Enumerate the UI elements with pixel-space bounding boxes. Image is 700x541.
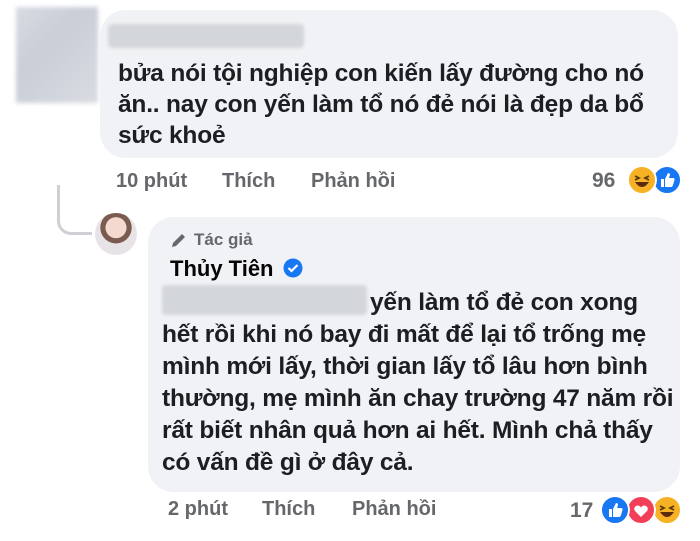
comment-time[interactable]: 10 phút — [116, 170, 187, 193]
like-button[interactable]: Thích — [222, 170, 275, 193]
like-icon[interactable] — [600, 495, 630, 525]
author-badge: Tác giả — [194, 230, 253, 249]
verified-icon — [283, 258, 303, 278]
reply-like-button[interactable]: Thích — [262, 498, 315, 521]
thread-connector — [57, 185, 92, 235]
reaction-count[interactable]: 96 — [592, 169, 615, 193]
love-icon[interactable] — [626, 495, 656, 525]
reply-time[interactable]: 2 phút — [168, 498, 228, 521]
reply-reaction-count[interactable]: 17 — [570, 499, 593, 523]
haha-icon[interactable] — [652, 495, 682, 525]
reply-reply-button[interactable]: Phản hồi — [352, 498, 436, 521]
author-avatar[interactable] — [95, 213, 137, 255]
commenter-avatar-blurred[interactable] — [16, 7, 98, 103]
reply-text: yến làm tổ đẻ con xong hết rồi khi nó ba… — [162, 289, 674, 476]
comment-text: bửa nói tội nghiệp con kiến lấy đường ch… — [118, 60, 644, 149]
commenter-name-blurred[interactable] — [108, 24, 304, 48]
haha-icon[interactable] — [627, 165, 657, 195]
author-name[interactable]: Thủy Tiên — [170, 256, 274, 282]
reply-button[interactable]: Phản hồi — [311, 170, 395, 193]
pen-icon — [172, 234, 185, 247]
